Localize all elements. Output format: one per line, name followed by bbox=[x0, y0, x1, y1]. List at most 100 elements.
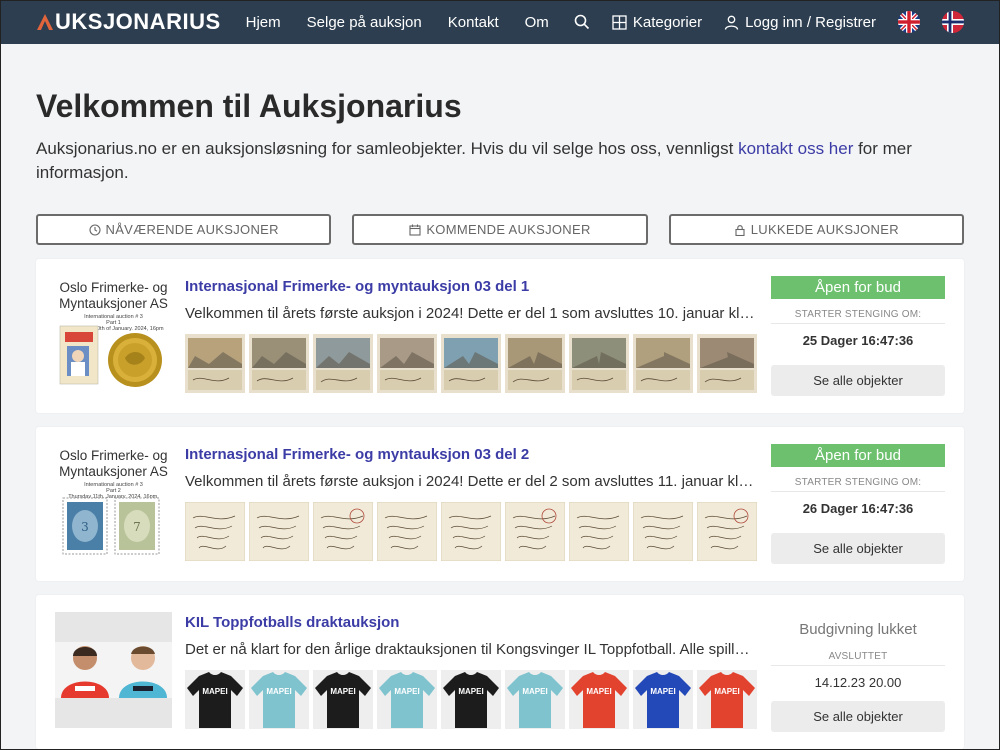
postcard-thumbnail[interactable] bbox=[697, 334, 757, 393]
stamps-illustration: 3 7 bbox=[62, 497, 160, 555]
login-button[interactable]: Logg inn / Registrer bbox=[724, 14, 876, 31]
postcard-thumbnail[interactable] bbox=[441, 334, 501, 393]
postcard-thumbnail[interactable] bbox=[505, 334, 565, 393]
status-label: Budgivning lukket bbox=[799, 621, 917, 638]
letter-thumbnail[interactable] bbox=[185, 502, 245, 561]
search-button[interactable] bbox=[574, 14, 590, 30]
jersey-thumbnail[interactable]: MAPEI bbox=[377, 670, 437, 729]
login-label: Logg inn / Registrer bbox=[745, 13, 876, 31]
search-icon bbox=[574, 14, 589, 30]
jersey-sponsor-text: MAPEI bbox=[394, 687, 419, 696]
logo-text: UKSJONARIUS bbox=[55, 9, 221, 34]
letter-thumbnail[interactable] bbox=[441, 502, 501, 561]
letter-thumbnail[interactable] bbox=[313, 502, 373, 561]
tab-upcoming-label: KOMMENDE AUKSJONER bbox=[426, 222, 591, 237]
lock-icon bbox=[735, 224, 745, 236]
postcard-thumbnail[interactable] bbox=[633, 334, 693, 393]
grid-icon bbox=[612, 14, 627, 30]
jersey-thumbnail[interactable]: MAPEI bbox=[249, 670, 309, 729]
see-all-items-button[interactable]: Se alle objekter bbox=[771, 533, 945, 564]
auction-card: KIL Toppfotballs draktauksjon Det er nå … bbox=[36, 595, 964, 749]
postcard-thumbnail[interactable] bbox=[249, 334, 309, 393]
auction-tabs: NÅVÆRENDE AUKSJONER KOMMENDE AUKSJONER L… bbox=[0, 185, 1000, 245]
clock-icon bbox=[88, 223, 101, 236]
contact-link[interactable]: kontakt oss her bbox=[738, 139, 853, 158]
jersey-sponsor-text: MAPEI bbox=[330, 687, 355, 696]
jersey-sponsor-text: MAPEI bbox=[586, 687, 611, 696]
categories-button[interactable]: Kategorier bbox=[612, 14, 702, 31]
jersey-sponsor-text: MAPEI bbox=[714, 687, 739, 696]
user-icon bbox=[724, 15, 739, 30]
top-nav: UKSJONARIUS Hjem Selge på auksjon Kontak… bbox=[0, 0, 1000, 44]
svg-text:7: 7 bbox=[133, 520, 141, 534]
hero-section: Velkommen til Auksjonarius Auksjonarius.… bbox=[0, 44, 1000, 185]
status-badge: Åpen for bud bbox=[771, 444, 945, 467]
auction-title-link[interactable]: Internasjonal Frimerke- og myntauksjon 0… bbox=[185, 446, 756, 463]
jersey-sponsor-text: MAPEI bbox=[522, 687, 547, 696]
postcard-thumbnail[interactable] bbox=[377, 334, 437, 393]
tab-current-label: NÅVÆRENDE AUKSJONER bbox=[105, 222, 279, 237]
catalog-cover-image[interactable]: Oslo Frimerke- og Myntauksjoner AS Inter… bbox=[55, 444, 172, 560]
status-badge: Åpen for bud bbox=[771, 276, 945, 299]
auction-description: Det er nå klart for den årlige draktauks… bbox=[185, 641, 756, 658]
tab-upcoming-auctions[interactable]: KOMMENDE AUKSJONER bbox=[352, 214, 648, 245]
postcard-thumbnail[interactable] bbox=[569, 334, 629, 393]
thumbnail-strip: MAPEI MAPEI MAPEI MAPEI MAPEI MAPEI MAPEI MAPEI… bbox=[185, 670, 757, 729]
catalog-title-line1: Oslo Frimerke- og bbox=[59, 280, 168, 295]
tab-closed-label: LUKKEDE AUKSJONER bbox=[750, 222, 899, 237]
jersey-thumbnail[interactable]: MAPEI bbox=[505, 670, 565, 729]
intro-text: Auksjonarius.no er en auksjonsløsning fo… bbox=[36, 137, 964, 185]
letter-thumbnail[interactable] bbox=[697, 502, 757, 561]
nav-link-about[interactable]: Om bbox=[525, 14, 549, 31]
countdown-timer: 25 Dager 16:47:36 bbox=[802, 333, 914, 348]
letter-thumbnail[interactable] bbox=[377, 502, 437, 561]
catalog-cover-image[interactable]: Oslo Frimerke- og Myntauksjoner AS Inter… bbox=[55, 276, 172, 392]
categories-label: Kategorier bbox=[632, 13, 703, 31]
jersey-thumbnail[interactable]: MAPEI bbox=[569, 670, 629, 729]
catalog-title-line2: Myntauksjoner AS bbox=[59, 296, 168, 311]
countdown-timer: 26 Dager 16:47:36 bbox=[802, 501, 914, 516]
nav-link-contact[interactable]: Kontakt bbox=[448, 14, 499, 31]
letter-thumbnail[interactable] bbox=[633, 502, 693, 561]
jersey-sponsor-text: MAPEI bbox=[458, 687, 483, 696]
english-flag-icon[interactable] bbox=[898, 11, 920, 33]
postcard-thumbnail[interactable] bbox=[313, 334, 373, 393]
coin-and-card-illustration bbox=[59, 325, 162, 387]
letter-thumbnail[interactable] bbox=[505, 502, 565, 561]
jersey-thumbnail[interactable]: MAPEI bbox=[441, 670, 501, 729]
see-all-items-button[interactable]: Se alle objekter bbox=[771, 365, 945, 396]
jersey-sponsor-text: MAPEI bbox=[202, 687, 227, 696]
auction-title-link[interactable]: Internasjonal Frimerke- og myntauksjon 0… bbox=[185, 278, 756, 295]
closing-label: STARTER STENGING OM: bbox=[771, 309, 945, 324]
players-photo[interactable] bbox=[55, 612, 172, 728]
norwegian-flag-icon[interactable] bbox=[942, 11, 964, 33]
tab-closed-auctions[interactable]: LUKKEDE AUKSJONER bbox=[668, 214, 964, 245]
page-title: Velkommen til Auksjonarius bbox=[36, 88, 462, 124]
jersey-sponsor-text: MAPEI bbox=[650, 687, 675, 696]
jersey-thumbnail[interactable]: MAPEI bbox=[697, 670, 757, 729]
jersey-thumbnail[interactable]: MAPEI bbox=[633, 670, 693, 729]
auction-card: Oslo Frimerke- og Myntauksjoner AS Inter… bbox=[36, 259, 964, 413]
nav-link-sell[interactable]: Selge på auksjon bbox=[307, 14, 422, 31]
auction-list: Oslo Frimerke- og Myntauksjoner AS Inter… bbox=[0, 245, 1000, 749]
auction-title-link[interactable]: KIL Toppfotballs draktauksjon bbox=[185, 614, 756, 631]
letter-thumbnail[interactable] bbox=[249, 502, 309, 561]
auction-card: Oslo Frimerke- og Myntauksjoner AS Inter… bbox=[36, 427, 964, 581]
see-all-items-button[interactable]: Se alle objekter bbox=[771, 701, 945, 732]
tab-current-auctions[interactable]: NÅVÆRENDE AUKSJONER bbox=[36, 214, 332, 245]
thumbnail-strip bbox=[185, 334, 757, 393]
postcard-thumbnail[interactable] bbox=[185, 334, 245, 393]
auction-description: Velkommen til årets første auksjon i 202… bbox=[185, 473, 756, 490]
jersey-thumbnail[interactable]: MAPEI bbox=[313, 670, 373, 729]
svg-text:3: 3 bbox=[81, 520, 89, 534]
closed-date: 14.12.23 20.00 bbox=[814, 675, 902, 690]
catalog-title-line2: Myntauksjoner AS bbox=[59, 464, 168, 479]
calendar-icon bbox=[409, 224, 421, 236]
letter-thumbnail[interactable] bbox=[569, 502, 629, 561]
site-logo[interactable]: UKSJONARIUS bbox=[36, 9, 221, 35]
nav-link-home[interactable]: Hjem bbox=[246, 14, 281, 31]
players-illustration bbox=[55, 642, 172, 698]
closing-label: STARTER STENGING OM: bbox=[771, 477, 945, 492]
jersey-thumbnail[interactable]: MAPEI bbox=[185, 670, 245, 729]
logo-mark-icon bbox=[37, 14, 53, 30]
